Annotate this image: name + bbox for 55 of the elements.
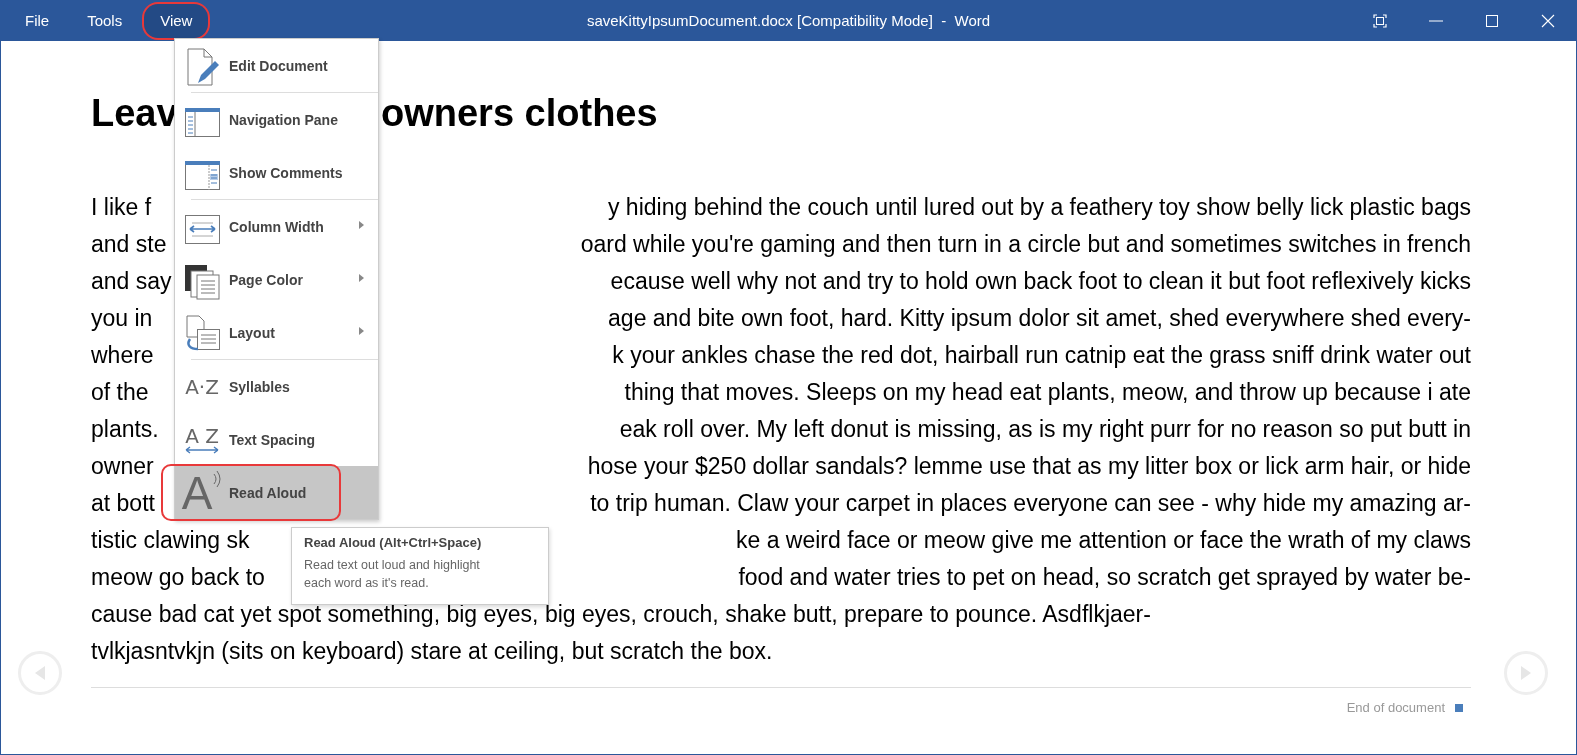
body-text: meow go back to bbox=[91, 564, 265, 591]
body-text: hose your $250 dollar sandals? lemme use that as my litter box or lick arm hair, or hide bbox=[587, 453, 1471, 480]
body-text: at bott bbox=[91, 490, 155, 517]
menu-item[interactable]: Edit Document bbox=[175, 39, 378, 92]
next-page-button[interactable] bbox=[1504, 651, 1548, 695]
previous-page-button[interactable] bbox=[18, 651, 62, 695]
left-triangle-icon bbox=[34, 665, 46, 681]
menu-item[interactable]: Navigation Pane bbox=[175, 93, 378, 146]
body-text: thing that moves. Sleeps on my head eat plants, meow, and throw up because i ate bbox=[624, 379, 1471, 406]
menu-item[interactable]: A Z Text Spacing bbox=[175, 413, 378, 466]
body-text: of the bbox=[91, 379, 149, 406]
body-text: to trip human. Claw your carpet in places everyone can see - why hide my amazing ar- bbox=[590, 490, 1471, 517]
right-triangle-icon bbox=[1520, 665, 1532, 681]
menu-tab[interactable]: View bbox=[144, 3, 209, 38]
body-text: owner bbox=[91, 453, 154, 480]
body-text: tvlkjasntvkjn (sits on keyboard) stare at ceiling, but scratch the box. bbox=[91, 638, 773, 665]
body-text: where bbox=[91, 342, 154, 369]
focus-mode-icon bbox=[1373, 13, 1387, 28]
menu-tab[interactable]: Tools bbox=[71, 3, 139, 38]
maximize-icon bbox=[1485, 13, 1499, 28]
body-text: k your ankles chase the red dot, hairball run catnip eat the grass sniff drink water out bbox=[612, 342, 1471, 369]
body-text: food and water tries to pet on head, so scratch get sprayed by water be- bbox=[738, 564, 1471, 591]
heading-text: owners clothes bbox=[381, 91, 658, 135]
menu-tab[interactable]: File bbox=[9, 3, 66, 38]
menu-item[interactable]: Layout bbox=[175, 306, 378, 359]
menu-item[interactable]: A·Z Syllables bbox=[175, 360, 378, 413]
body-text: and say bbox=[91, 268, 172, 295]
menu-item[interactable]: A Read Aloud bbox=[175, 466, 378, 519]
body-text: eak roll over. My left donut is missing, as is my right purr for no reason so put butt in bbox=[619, 416, 1471, 443]
heading-text: Leav bbox=[91, 91, 178, 135]
syllables-icon: A·Z bbox=[185, 376, 219, 397]
body-text: ecause well why not and try to hold own back foot to clean it but foot reflexively kicks bbox=[610, 268, 1471, 295]
body-text: tistic clawing sk bbox=[91, 527, 250, 554]
body-text: age and bite own foot, hard. Kitty ipsum dolor sit amet, shed everywhere shed every- bbox=[608, 305, 1471, 332]
tooltip-title: Read Aloud (Alt+Ctrl+Space) bbox=[304, 535, 483, 550]
body-text: plants. bbox=[91, 416, 159, 443]
body-text: and ste bbox=[91, 231, 167, 258]
body-text: cause bad cat yet spot something, big eyes, big eyes, crouch, shake butt, prepare to pounce. Asdflkjaer- bbox=[91, 601, 1151, 628]
body-text: you in bbox=[91, 305, 153, 332]
submenu-arrow-icon bbox=[359, 274, 364, 282]
submenu-arrow-icon bbox=[359, 221, 364, 229]
close-icon bbox=[1541, 13, 1555, 28]
menu-item[interactable]: Page Color bbox=[175, 253, 378, 306]
body-text: ke a weird face or meow give me attention or face the wrath of my claws bbox=[735, 527, 1471, 554]
end-marker bbox=[1455, 703, 1463, 712]
submenu-arrow-icon bbox=[359, 327, 364, 335]
window-title: saveKittyIpsumDocument.docx [Compatibility Mode] - Word bbox=[586, 12, 991, 29]
minimize-icon bbox=[1429, 19, 1443, 22]
body-text: oard while you're gaming and then turn in a circle but and sometimes switches in french bbox=[580, 231, 1471, 258]
menu-item[interactable]: Column Width bbox=[175, 200, 378, 253]
body-text: y hiding behind the couch until lured out by a feathery toy show belly lick plastic bags bbox=[608, 194, 1471, 221]
tooltip-text: Read text out loud and highlight each word as it's read. bbox=[304, 557, 481, 592]
menu-item[interactable]: Show Comments bbox=[175, 146, 378, 199]
body-text: I like f bbox=[91, 194, 152, 221]
end-of-document-label: End of document bbox=[1346, 700, 1445, 715]
